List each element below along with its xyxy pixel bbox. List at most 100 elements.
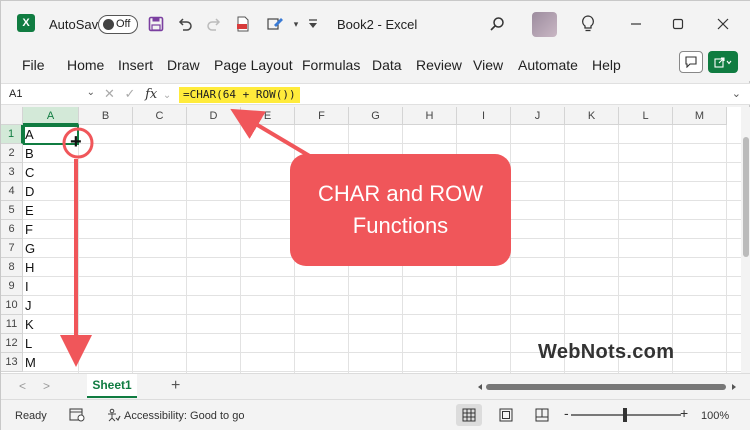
column-header-d[interactable]: D bbox=[187, 107, 241, 125]
tab-file[interactable]: File bbox=[22, 57, 45, 73]
undo-icon[interactable] bbox=[176, 15, 194, 33]
tab-formulas[interactable]: Formulas bbox=[302, 57, 360, 73]
comments-button[interactable] bbox=[679, 51, 703, 73]
row-header-6[interactable]: 6 bbox=[1, 220, 23, 239]
tab-draw[interactable]: Draw bbox=[167, 57, 200, 73]
tab-review[interactable]: Review bbox=[416, 57, 462, 73]
row-header-12[interactable]: 12 bbox=[1, 334, 23, 353]
tab-view[interactable]: View bbox=[473, 57, 503, 73]
cell-a2[interactable]: B bbox=[25, 144, 34, 163]
sheet-prev-icon[interactable]: < bbox=[19, 379, 26, 393]
grid-row-line bbox=[23, 333, 741, 334]
row-header-1[interactable]: 1 bbox=[1, 125, 23, 144]
grid-view-icon bbox=[462, 408, 476, 422]
zoom-out-button[interactable]: - bbox=[564, 405, 569, 421]
row-header-11[interactable]: 11 bbox=[1, 315, 23, 334]
tab-home[interactable]: Home bbox=[67, 57, 104, 73]
avatar[interactable] bbox=[532, 12, 557, 37]
add-sheet-icon[interactable]: + bbox=[171, 377, 180, 395]
confirm-entry-icon[interactable]: ✓ bbox=[125, 86, 136, 101]
cell-a10[interactable]: J bbox=[25, 296, 32, 315]
column-header-a[interactable]: A bbox=[23, 107, 79, 125]
row-header-3[interactable]: 3 bbox=[1, 163, 23, 182]
cell-a6[interactable]: F bbox=[25, 220, 33, 239]
cell-a7[interactable]: G bbox=[25, 239, 35, 258]
cell-a3[interactable]: C bbox=[25, 163, 34, 182]
save-icon[interactable] bbox=[147, 15, 165, 33]
pdf-icon[interactable] bbox=[234, 15, 252, 33]
zoom-level[interactable]: 100% bbox=[701, 410, 729, 422]
column-header-j[interactable]: J bbox=[511, 107, 565, 125]
insert-function-icon[interactable]: fx bbox=[145, 87, 157, 102]
row-header-4[interactable]: 4 bbox=[1, 182, 23, 201]
column-header-l[interactable]: L bbox=[619, 107, 673, 125]
vertical-scrollbar[interactable] bbox=[741, 107, 750, 373]
select-all-corner[interactable] bbox=[1, 107, 23, 125]
tab-page-layout[interactable]: Page Layout bbox=[214, 57, 293, 73]
tab-data[interactable]: Data bbox=[372, 57, 402, 73]
fx-chevron-icon[interactable]: ⌄ bbox=[163, 90, 171, 101]
accessibility-icon[interactable] bbox=[107, 408, 121, 427]
row-header-9[interactable]: 9 bbox=[1, 277, 23, 296]
cell-a9[interactable]: I bbox=[25, 277, 29, 296]
formula-input[interactable]: =CHAR(64 + ROW()) bbox=[179, 87, 300, 103]
row-header-5[interactable]: 5 bbox=[1, 201, 23, 220]
column-header-b[interactable]: B bbox=[79, 107, 133, 125]
comment-icon bbox=[685, 56, 697, 68]
zoom-in-button[interactable]: + bbox=[680, 405, 688, 421]
sheet-tab-sheet1[interactable]: Sheet1 bbox=[87, 374, 137, 398]
column-header-c[interactable]: C bbox=[133, 107, 187, 125]
autosave-toggle[interactable]: Off bbox=[98, 15, 138, 34]
normal-view-button[interactable] bbox=[456, 404, 482, 426]
vertical-scroll-thumb[interactable] bbox=[743, 137, 749, 257]
search-icon[interactable] bbox=[488, 15, 506, 33]
macro-record-icon[interactable] bbox=[69, 408, 85, 427]
tab-automate[interactable]: Automate bbox=[518, 57, 578, 73]
column-header-i[interactable]: I bbox=[457, 107, 511, 125]
cell-a5[interactable]: E bbox=[25, 201, 34, 220]
horizontal-scrollbar[interactable] bbox=[476, 383, 738, 391]
cell-a12[interactable]: L bbox=[25, 334, 32, 353]
accessibility-status[interactable]: Accessibility: Good to go bbox=[124, 410, 244, 422]
row-header-8[interactable]: 8 bbox=[1, 258, 23, 277]
scroll-right-icon[interactable] bbox=[730, 383, 738, 391]
zoom-slider-thumb[interactable] bbox=[623, 408, 627, 422]
horizontal-scroll-thumb[interactable] bbox=[486, 384, 726, 390]
fill-handle-cross-icon[interactable]: + bbox=[70, 131, 82, 154]
sheet-next-icon[interactable]: > bbox=[43, 379, 50, 393]
form-icon[interactable] bbox=[267, 15, 285, 33]
row-header-13[interactable]: 13 bbox=[1, 353, 23, 372]
row-header-10[interactable]: 10 bbox=[1, 296, 23, 315]
page-break-view-button[interactable] bbox=[529, 404, 555, 426]
cell-a13[interactable]: M bbox=[25, 353, 36, 372]
callout-line-1: CHAR and ROW bbox=[317, 181, 484, 206]
share-button[interactable] bbox=[708, 51, 738, 73]
column-header-k[interactable]: K bbox=[565, 107, 619, 125]
cell-a4[interactable]: D bbox=[25, 182, 34, 201]
redo-icon[interactable] bbox=[205, 15, 223, 33]
column-header-h[interactable]: H bbox=[403, 107, 457, 125]
row-header-2[interactable]: 2 bbox=[1, 144, 23, 163]
column-header-m[interactable]: M bbox=[673, 107, 727, 125]
row-header-7[interactable]: 7 bbox=[1, 239, 23, 258]
expand-formula-bar-icon[interactable]: ⌄ bbox=[732, 87, 741, 100]
page-layout-view-button[interactable] bbox=[493, 404, 519, 426]
name-box-chevron-icon[interactable]: ⌄ bbox=[87, 87, 95, 98]
tab-help[interactable]: Help bbox=[592, 57, 621, 73]
autosave-label: AutoSave bbox=[49, 17, 106, 32]
column-header-g[interactable]: G bbox=[349, 107, 403, 125]
cancel-entry-icon[interactable]: ✕ bbox=[104, 86, 115, 101]
close-icon[interactable] bbox=[713, 14, 733, 34]
minimize-icon[interactable] bbox=[626, 14, 646, 34]
maximize-icon[interactable] bbox=[668, 14, 688, 34]
name-box[interactable]: A1 ⌄ bbox=[5, 86, 99, 104]
column-header-f[interactable]: F bbox=[295, 107, 349, 125]
lightbulb-icon[interactable] bbox=[579, 15, 597, 33]
form-chevron-icon[interactable]: ▾ bbox=[287, 15, 305, 33]
tab-insert[interactable]: Insert bbox=[118, 57, 153, 73]
customize-qat-icon[interactable] bbox=[304, 15, 322, 33]
scroll-left-icon[interactable] bbox=[476, 383, 484, 391]
column-header-e[interactable]: E bbox=[241, 107, 295, 125]
cell-a8[interactable]: H bbox=[25, 258, 34, 277]
cell-a11[interactable]: K bbox=[25, 315, 34, 334]
